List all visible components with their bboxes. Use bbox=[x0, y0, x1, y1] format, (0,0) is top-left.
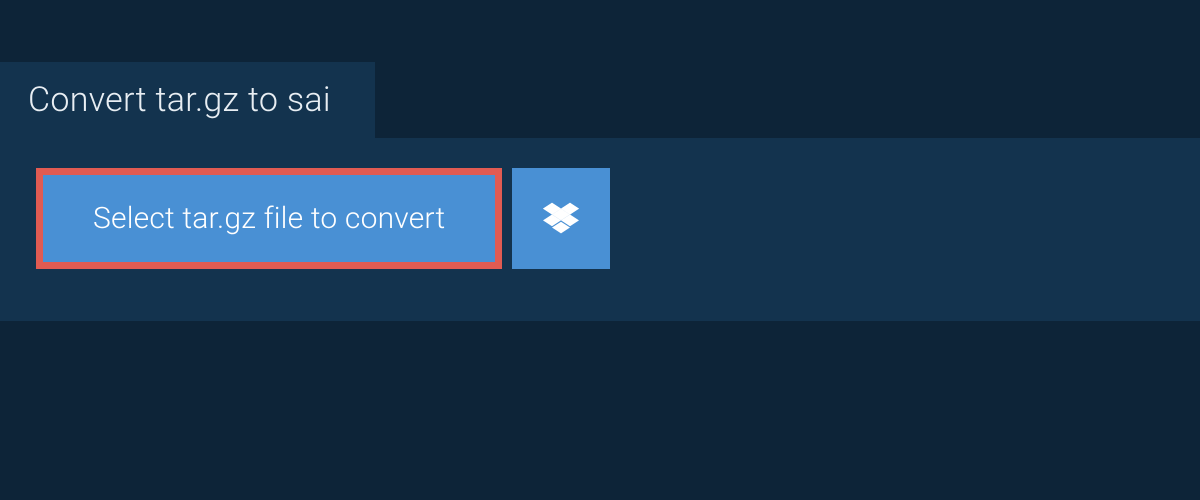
select-file-button[interactable]: Select tar.gz file to convert bbox=[36, 168, 502, 269]
active-tab[interactable]: Convert tar.gz to sai bbox=[0, 62, 375, 138]
tab-header: Convert tar.gz to sai bbox=[0, 0, 1200, 138]
dropbox-icon bbox=[543, 202, 579, 236]
button-row: Select tar.gz file to convert bbox=[36, 168, 1164, 269]
dropbox-button[interactable] bbox=[512, 168, 610, 269]
upload-panel: Select tar.gz file to convert bbox=[0, 138, 1200, 321]
select-file-label: Select tar.gz file to convert bbox=[93, 201, 445, 236]
tab-title: Convert tar.gz to sai bbox=[28, 80, 331, 120]
